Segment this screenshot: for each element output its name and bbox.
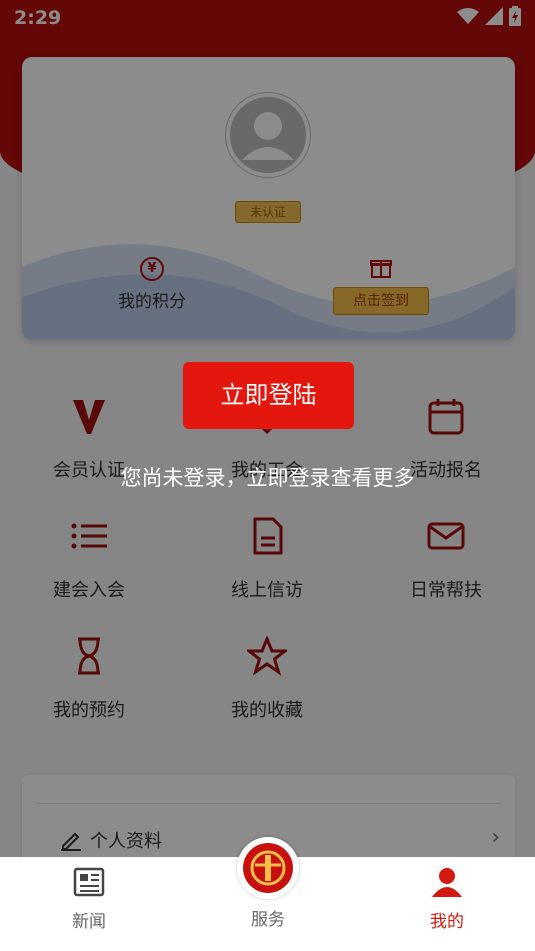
login-button[interactable]: 立即登陆 bbox=[183, 362, 354, 429]
tab-label: 服务 bbox=[251, 910, 285, 930]
tab-mine[interactable]: 我的 bbox=[387, 867, 507, 932]
tab-news[interactable]: 新闻 bbox=[29, 867, 149, 932]
tab-service[interactable] bbox=[237, 837, 299, 899]
bottom-tab-bar: 新闻 服务 我的 bbox=[0, 837, 535, 951]
login-prompt: 您尚未登录，立即登录查看更多 bbox=[120, 466, 415, 490]
tab-label: 新闻 bbox=[72, 912, 106, 932]
union-logo-icon bbox=[243, 843, 293, 893]
tab-label: 我的 bbox=[430, 912, 464, 932]
newspaper-icon bbox=[73, 867, 105, 897]
person-icon bbox=[432, 868, 462, 897]
